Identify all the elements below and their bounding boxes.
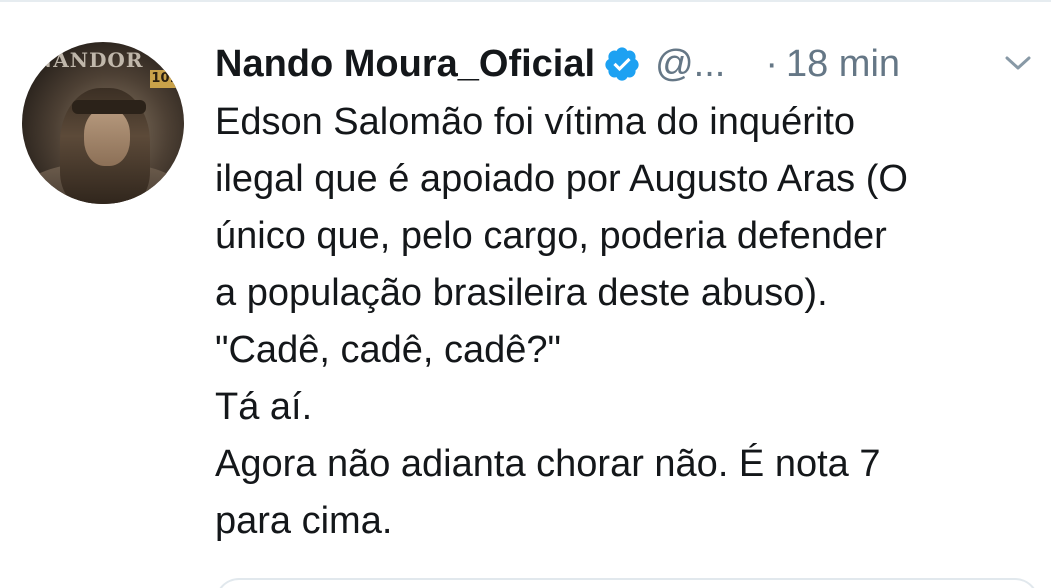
tweet-text-line: Agora não adianta chorar não. É nota 7 (215, 443, 881, 485)
quoted-card-edge[interactable] (215, 578, 1039, 588)
tweet-text-line: a população brasileira deste abuso). (215, 272, 828, 314)
avatar-logo-text: NANDOR (34, 48, 144, 72)
display-name[interactable]: Nando Moura_Oficial (215, 43, 595, 86)
top-divider (0, 0, 1051, 2)
tweet-text-line: Edson Salomão foi vítima do inquérito (215, 101, 856, 143)
avatar-face (84, 108, 130, 166)
tweet[interactable]: NANDOR 101 Nando Moura_Oficial @... · 18… (0, 0, 1051, 588)
separator-dot: · (765, 42, 778, 85)
avatar-logo-badge: 101 (150, 70, 180, 88)
tweet-text-line: "Cadê, cadê, cadê?" (215, 329, 561, 371)
avatar[interactable]: NANDOR 101 (22, 42, 184, 204)
tweet-text-line: Tá aí. (215, 386, 313, 428)
tweet-text-line: único que, pelo cargo, poderia defender (215, 215, 887, 257)
chevron-down-icon[interactable] (1003, 52, 1033, 74)
tweet-text: Edson Salomão foi vítima do inquérito il… (215, 94, 1035, 550)
avatar-bandana (72, 100, 146, 114)
user-handle[interactable]: @... (655, 43, 725, 86)
tweet-header: Nando Moura_Oficial @... · 18 min (215, 36, 1035, 92)
tweet-text-line: para cima. (215, 500, 393, 542)
tweet-text-line: ilegal que é apoiado por Augusto Aras (O (215, 158, 908, 200)
tweet-timestamp[interactable]: 18 min (786, 43, 900, 86)
verified-badge-icon (603, 45, 641, 83)
